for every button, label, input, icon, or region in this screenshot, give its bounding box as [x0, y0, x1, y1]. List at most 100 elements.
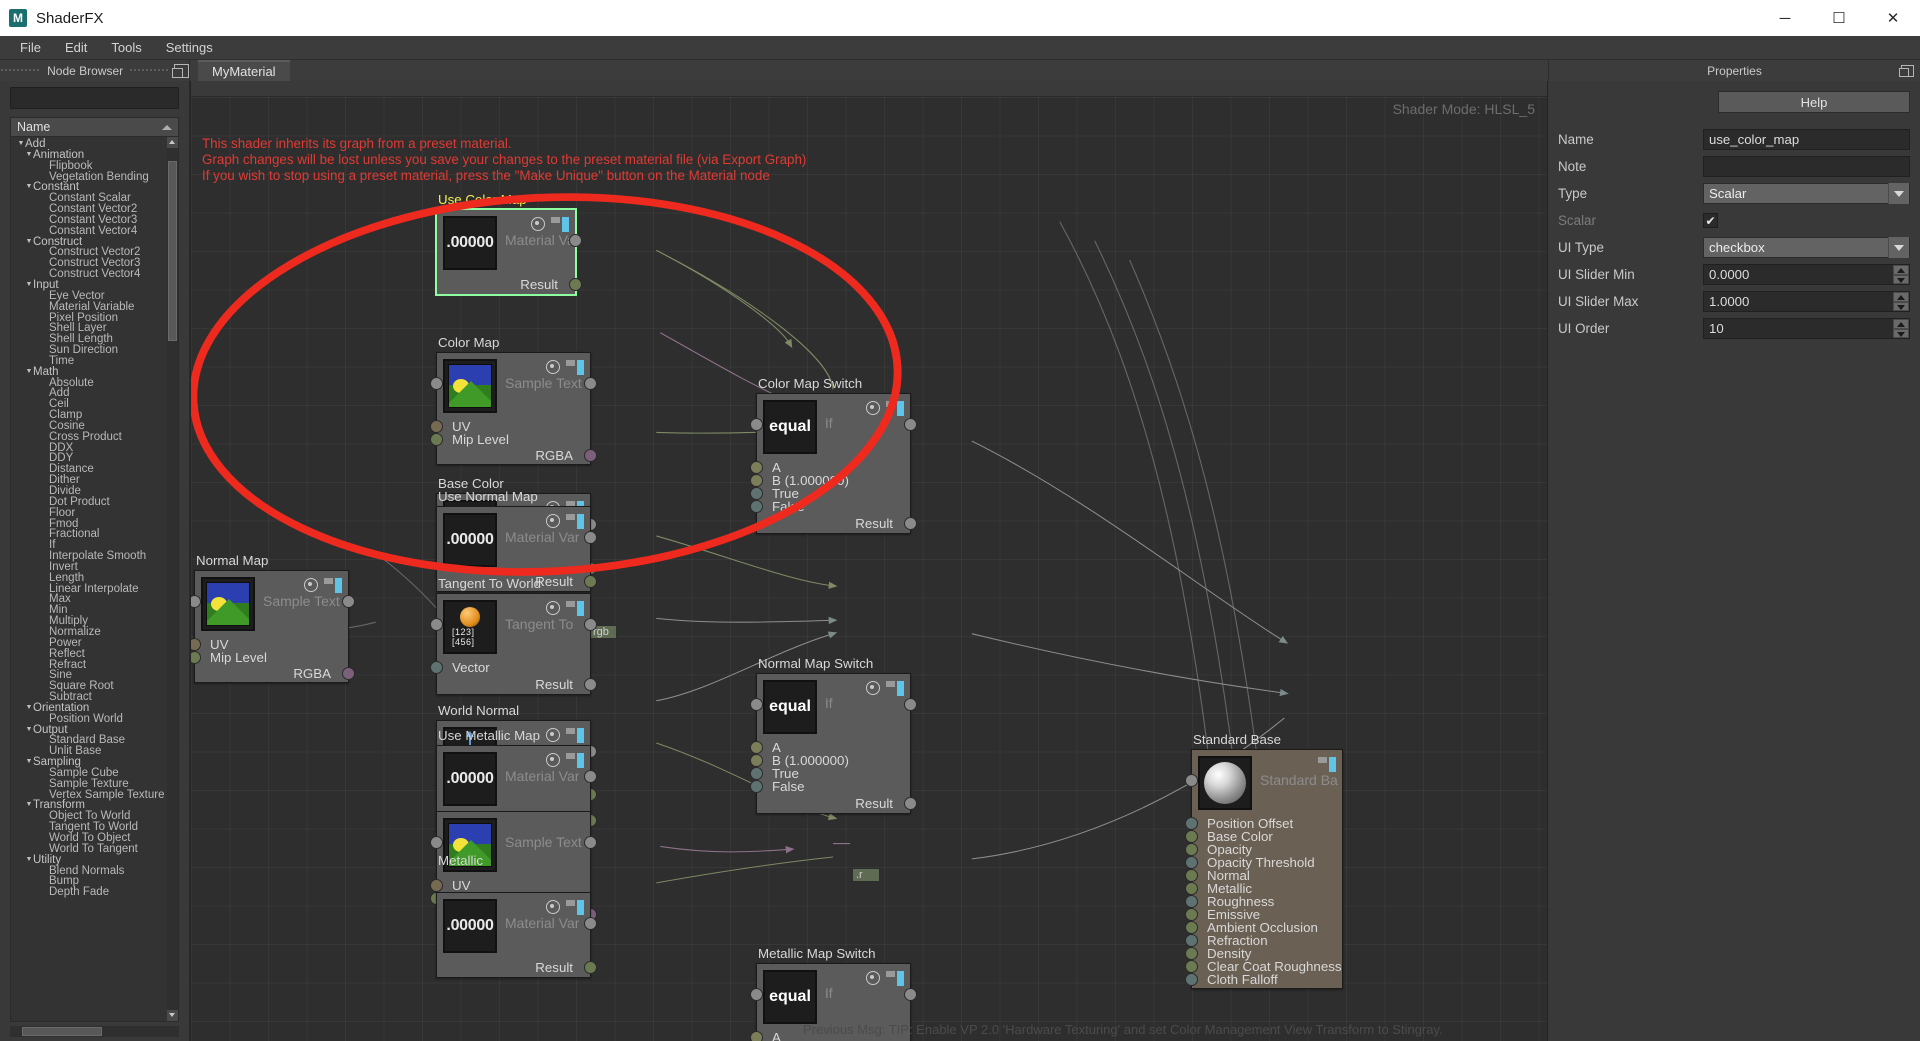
chevron-down-icon[interactable]	[1888, 237, 1909, 258]
node-tree-item[interactable]: Blend Normals	[11, 866, 178, 877]
node-body[interactable]: [123][456] Tangent To Vector	[436, 593, 591, 695]
node-color-map-switch[interactable]: Color Map Switch equal If	[756, 393, 911, 534]
code-chip-icon[interactable]	[566, 600, 584, 616]
code-chip-icon[interactable]	[566, 727, 584, 743]
result-port[interactable]	[584, 575, 597, 588]
maximize-button[interactable]: ☐	[1812, 0, 1866, 36]
input-mip-level[interactable]: Mip Level	[195, 651, 348, 664]
node-body[interactable]: equal If A B (1.0	[756, 393, 911, 534]
input-port[interactable]	[1185, 973, 1198, 986]
node-tree-item[interactable]: Dither	[11, 475, 178, 486]
result-port[interactable]	[904, 797, 917, 810]
node-body[interactable]: Standard Ba Position OffsetBase ColorOpa…	[1191, 749, 1343, 989]
node-tree-item[interactable]: DDY	[11, 453, 178, 464]
code-chip-icon[interactable]	[566, 752, 584, 768]
b-port[interactable]	[750, 754, 763, 767]
node-graph-canvas[interactable]: Shader Mode: HLSL_5 This shader inherits…	[191, 97, 1547, 1041]
preview-toggle-icon[interactable]	[866, 971, 880, 985]
output-result-row[interactable]: Result	[437, 676, 590, 694]
node-standard-base[interactable]: Standard Base Standard Ba Position Offse…	[1191, 749, 1343, 989]
tree-scroll-thumb[interactable]	[168, 161, 177, 341]
node-tree-item[interactable]: ▼Animation	[11, 150, 178, 161]
property-dropdown[interactable]: Scalar	[1703, 183, 1910, 204]
b-port[interactable]	[750, 474, 763, 487]
node-normal-map[interactable]: Normal Map Sample Text UV	[194, 570, 349, 683]
a-port[interactable]	[750, 461, 763, 474]
node-output-port[interactable]	[584, 377, 597, 390]
tree-hscroll-thumb[interactable]	[22, 1027, 102, 1036]
node-tree-item[interactable]: Min	[11, 605, 178, 616]
spinner-arrows[interactable]	[1893, 319, 1909, 338]
mip-level-port[interactable]	[430, 433, 443, 446]
node-output-port[interactable]	[584, 531, 597, 544]
preview-toggle-icon[interactable]	[546, 753, 560, 767]
property-spinner[interactable]: 0.0000	[1703, 264, 1910, 285]
input-mip-level[interactable]: Mip Level	[437, 433, 590, 446]
node-tree-item[interactable]: ▼Math	[11, 367, 178, 378]
node-tree-item[interactable]: Distance	[11, 464, 178, 475]
expand-arrow-icon[interactable]: ▼	[25, 703, 33, 714]
expand-arrow-icon[interactable]: ▼	[25, 280, 33, 291]
property-spinner[interactable]: 1.0000	[1703, 291, 1910, 312]
node-tree-item[interactable]: Depth Fade	[11, 887, 178, 898]
spinner-down-icon[interactable]	[1893, 275, 1909, 285]
node-input-port[interactable]	[430, 377, 443, 390]
node-output-port[interactable]	[584, 770, 597, 783]
standard-base-input[interactable]: Cloth Falloff	[1192, 973, 1342, 986]
code-chip-icon[interactable]	[551, 216, 569, 232]
node-tree-item[interactable]: ▼Utility	[11, 855, 178, 866]
drag-grip-icon-2[interactable]	[129, 65, 170, 77]
input-port[interactable]	[1185, 882, 1198, 895]
node-output-port[interactable]	[904, 698, 917, 711]
node-tree-item[interactable]: Add	[11, 388, 178, 399]
node-body[interactable]: .00000 Material Var Result	[436, 892, 591, 978]
node-tree-item[interactable]: Sun Direction	[11, 345, 178, 356]
node-thumbnail[interactable]: .00000	[443, 513, 497, 567]
node-tree-item[interactable]: Floor	[11, 508, 178, 519]
node-tree-item[interactable]: Fractional	[11, 529, 178, 540]
preview-toggle-icon[interactable]	[546, 360, 560, 374]
node-tree-item[interactable]: DDX	[11, 443, 178, 454]
input-false[interactable]: False	[757, 780, 910, 793]
node-normal-map-switch[interactable]: Normal Map Switch equal If	[756, 673, 911, 814]
minimize-button[interactable]: ─	[1758, 0, 1812, 36]
node-tree-item[interactable]: Interpolate Smooth	[11, 551, 178, 562]
node-output-port[interactable]	[904, 988, 917, 1001]
menu-tools[interactable]: Tools	[99, 38, 153, 57]
node-thumbnail[interactable]: [123][456]	[443, 600, 497, 654]
code-chip-icon[interactable]	[886, 680, 904, 696]
a-port[interactable]	[750, 741, 763, 754]
node-tree-item[interactable]: Position World	[11, 714, 178, 725]
code-chip-icon[interactable]	[886, 970, 904, 986]
node-thumbnail[interactable]	[201, 577, 255, 631]
node-use-color-map[interactable]: Use Color Map .00000 Material Var Result	[436, 209, 576, 295]
output-result-row[interactable]: Result	[437, 959, 590, 977]
node-body[interactable]: Sample Text UV Mip Level	[436, 352, 591, 465]
sort-ascending-icon[interactable]	[162, 125, 172, 130]
code-chip-icon[interactable]	[324, 577, 342, 593]
input-port[interactable]	[1185, 960, 1198, 973]
node-input-port[interactable]	[750, 988, 763, 1001]
node-tree-header[interactable]: Name	[11, 118, 178, 137]
code-chip-icon[interactable]	[566, 899, 584, 915]
input-port[interactable]	[1185, 856, 1198, 869]
tree-horizontal-scrollbar[interactable]	[10, 1026, 179, 1037]
preview-toggle-icon[interactable]	[546, 900, 560, 914]
property-spinner[interactable]: 10	[1703, 318, 1910, 339]
node-output-port[interactable]	[569, 234, 582, 247]
spinner-up-icon[interactable]	[1893, 319, 1909, 329]
expand-arrow-icon[interactable]: ▼	[25, 182, 33, 193]
node-thumbnail[interactable]	[443, 359, 497, 413]
true-port[interactable]	[750, 767, 763, 780]
node-thumbnail[interactable]: equal	[763, 680, 817, 734]
expand-arrow-icon[interactable]: ▼	[17, 139, 25, 150]
node-body[interactable]: .00000 Material Var Result	[436, 209, 576, 295]
node-tree-item[interactable]: Material Variable	[11, 302, 178, 313]
tree-vertical-scrollbar[interactable]	[167, 137, 178, 1021]
node-color-map[interactable]: Color Map Sample Text UV	[436, 352, 591, 465]
node-tree-item[interactable]: Normalize	[11, 627, 178, 638]
spinner-up-icon[interactable]	[1893, 292, 1909, 302]
property-text-input[interactable]	[1703, 156, 1910, 177]
code-chip-icon[interactable]	[566, 359, 584, 375]
preview-toggle-icon[interactable]	[531, 217, 545, 231]
